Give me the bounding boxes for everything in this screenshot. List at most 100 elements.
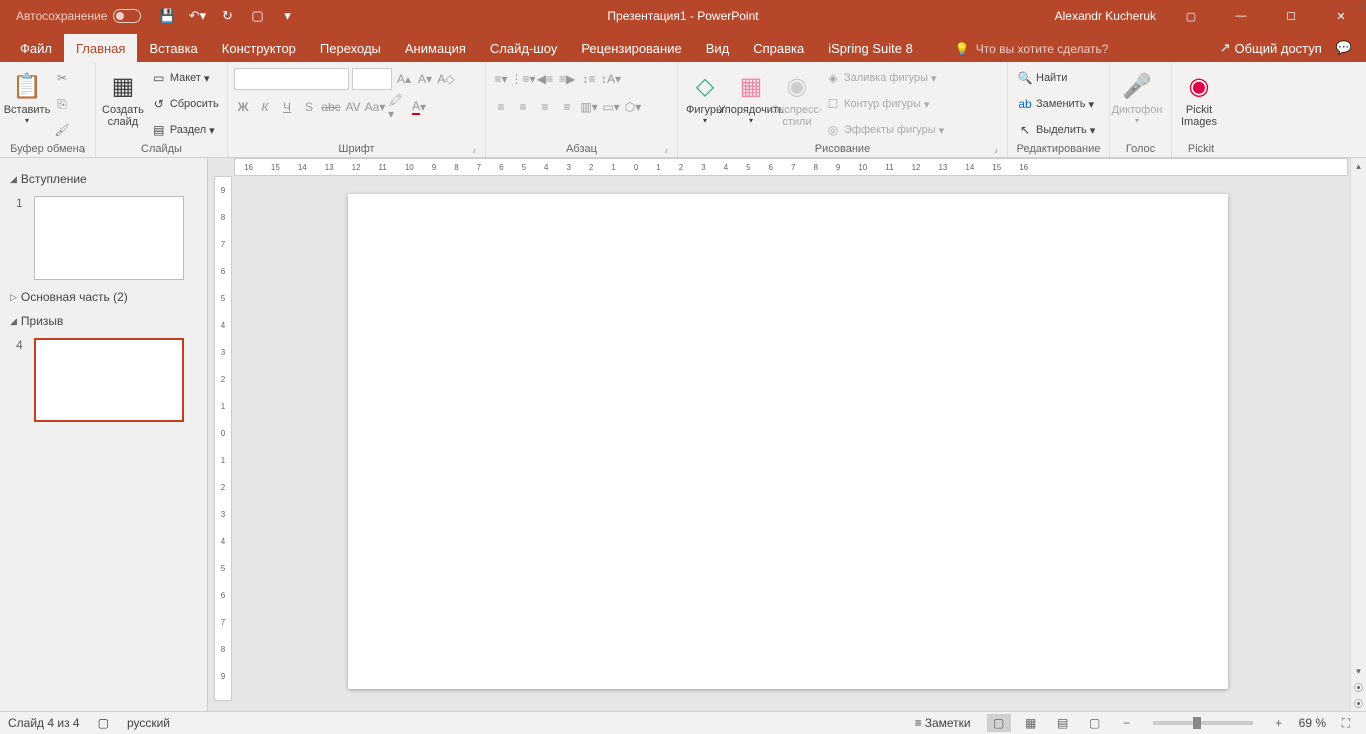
align-text-icon[interactable]: ▭▾ (602, 98, 620, 116)
layout-icon: ▭ (151, 70, 167, 86)
numbering-icon[interactable]: ⋮≡▾ (514, 70, 532, 88)
text-direction-icon[interactable]: ↕A▾ (602, 70, 620, 88)
section-header[interactable]: ▷ Основная часть (2) (10, 288, 197, 306)
select-icon: ↖ (1017, 122, 1033, 138)
user-name: Alexandr Kucheruk (1055, 9, 1156, 23)
slideshow-view-icon[interactable]: ▢ (1083, 714, 1107, 732)
search-icon: 🔍 (1017, 70, 1033, 86)
tab-insert[interactable]: Вставка (137, 34, 209, 62)
align-center-icon[interactable]: ≡ (514, 98, 532, 116)
tab-slideshow[interactable]: Слайд-шоу (478, 34, 569, 62)
slide-canvas[interactable] (348, 194, 1228, 689)
spacing-icon[interactable]: AV (344, 98, 362, 116)
group-clipboard: 📋 Вставить ▾ ✂ ⎘ 🖌 Буфер обмена (0, 62, 96, 157)
prev-slide-icon[interactable]: ⦿ (1351, 679, 1366, 695)
zoom-in-icon[interactable]: + (1267, 714, 1291, 732)
copy-icon[interactable]: ⎘ (52, 94, 72, 114)
clipboard-icon: 📋 (12, 68, 42, 104)
align-right-icon[interactable]: ≡ (536, 98, 554, 116)
case-icon[interactable]: Aa▾ (366, 98, 384, 116)
autosave-label: Автосохранение (16, 9, 107, 23)
comments-icon[interactable]: 💬 (1336, 40, 1352, 56)
tab-review[interactable]: Рецензирование (569, 34, 693, 62)
layout-button[interactable]: ▭Макет▾ (148, 67, 222, 89)
scroll-down-icon[interactable]: ▾ (1351, 663, 1366, 679)
tab-home[interactable]: Главная (64, 34, 137, 62)
fit-window-icon[interactable]: ⛶ (1334, 714, 1358, 732)
sorter-view-icon[interactable]: ▦ (1019, 714, 1043, 732)
smartart-icon[interactable]: ⬡▾ (624, 98, 642, 116)
document-title: Презентация1 - PowerPoint (607, 9, 758, 23)
redo-icon[interactable]: ↻ (219, 8, 235, 24)
scroll-up-icon[interactable]: ▴ (1351, 158, 1366, 174)
decrease-font-icon[interactable]: A▾ (416, 70, 434, 88)
ribbon: 📋 Вставить ▾ ✂ ⎘ 🖌 Буфер обмена ▦ Создат… (0, 62, 1366, 158)
tell-me-search[interactable]: 💡 Что вы хотите сделать? (955, 42, 1109, 62)
slideshow-start-icon[interactable]: ▢ (249, 8, 265, 24)
underline-icon[interactable]: Ч (278, 98, 296, 116)
new-slide-button[interactable]: ▦ Создать слайд (102, 66, 144, 142)
increase-font-icon[interactable]: A▴ (395, 70, 413, 88)
decrease-indent-icon[interactable]: ◀≡ (536, 70, 554, 88)
new-slide-icon: ▦ (112, 68, 135, 104)
italic-icon[interactable]: К (256, 98, 274, 116)
next-slide-icon[interactable]: ⦿ (1351, 695, 1366, 711)
undo-icon[interactable]: ↶▾ (189, 8, 205, 24)
justify-icon[interactable]: ≡ (558, 98, 576, 116)
maximize-icon[interactable]: ☐ (1276, 6, 1306, 26)
slide-thumb-1[interactable]: 1 (16, 196, 197, 280)
tab-view[interactable]: Вид (694, 34, 742, 62)
reset-button[interactable]: ↺Сбросить (148, 93, 222, 115)
tab-file[interactable]: Файл (8, 34, 64, 62)
ruler-horizontal: 1615141312111098765432101234567891011121… (234, 158, 1348, 176)
line-spacing-icon[interactable]: ↕≡ (580, 70, 598, 88)
pickit-button[interactable]: ◉ Pickit Images (1178, 66, 1220, 142)
arrange-button[interactable]: ▦ Упорядочить▾ (730, 66, 772, 142)
section-header[interactable]: ◢ Вступление (10, 170, 197, 188)
bold-icon[interactable]: Ж (234, 98, 252, 116)
minimize-icon[interactable]: — (1226, 6, 1256, 26)
zoom-slider[interactable] (1153, 721, 1253, 725)
select-button[interactable]: ↖Выделить▾ (1014, 119, 1103, 141)
highlight-icon[interactable]: 🖍▾ (388, 98, 406, 116)
tab-ispring[interactable]: iSpring Suite 8 (816, 34, 925, 62)
slide-panel[interactable]: ◢ Вступление 1 ▷ Основная часть (2) ◢ Пр… (0, 158, 208, 711)
normal-view-icon[interactable]: ▢ (987, 714, 1011, 732)
bullets-icon[interactable]: ≡▾ (492, 70, 510, 88)
lightbulb-icon: 💡 (955, 42, 970, 56)
columns-icon[interactable]: ▥▾ (580, 98, 598, 116)
font-size-input[interactable] (352, 68, 392, 90)
paste-button[interactable]: 📋 Вставить ▾ (6, 66, 48, 142)
tab-animations[interactable]: Анимация (393, 34, 478, 62)
format-painter-icon[interactable]: 🖌 (52, 120, 72, 140)
qat-more-icon[interactable]: ▾ (279, 8, 295, 24)
slide-thumb-4[interactable]: 4 (16, 338, 197, 422)
font-color-icon[interactable]: A▾ (410, 98, 428, 116)
reading-view-icon[interactable]: ▤ (1051, 714, 1075, 732)
save-icon[interactable]: 💾 (159, 8, 175, 24)
find-button[interactable]: 🔍Найти (1014, 67, 1103, 89)
vertical-scrollbar[interactable]: ▴ ▾ ⦿ ⦿ (1350, 158, 1366, 711)
strike-icon[interactable]: abc (322, 98, 340, 116)
tab-design[interactable]: Конструктор (210, 34, 308, 62)
collapse-icon: ◢ (10, 174, 17, 185)
align-left-icon[interactable]: ≡ (492, 98, 510, 116)
tab-help[interactable]: Справка (741, 34, 816, 62)
group-pickit: ◉ Pickit Images Pickit (1172, 62, 1230, 157)
ruler-vertical: 9876543210123456789 (214, 176, 232, 701)
increase-indent-icon[interactable]: ≡▶ (558, 70, 576, 88)
replace-button[interactable]: abЗаменить▾ (1014, 93, 1103, 115)
ribbon-options-icon[interactable]: ▢ (1176, 6, 1206, 26)
zoom-out-icon[interactable]: − (1115, 714, 1139, 732)
tab-transitions[interactable]: Переходы (308, 34, 393, 62)
clear-format-icon[interactable]: A◇ (437, 70, 455, 88)
shadow-icon[interactable]: S (300, 98, 318, 116)
section-button[interactable]: ▤Раздел▾ (148, 119, 222, 141)
cut-icon[interactable]: ✂ (52, 68, 72, 88)
close-icon[interactable]: ✕ (1326, 6, 1356, 26)
collapse-ribbon-icon[interactable]: ˄ (1358, 2, 1364, 14)
autosave-toggle[interactable]: Автосохранение (16, 9, 141, 23)
font-name-input[interactable] (234, 68, 349, 90)
section-header[interactable]: ◢ Призыв (10, 312, 197, 330)
share-button[interactable]: ↗ Общий доступ (1220, 40, 1322, 56)
